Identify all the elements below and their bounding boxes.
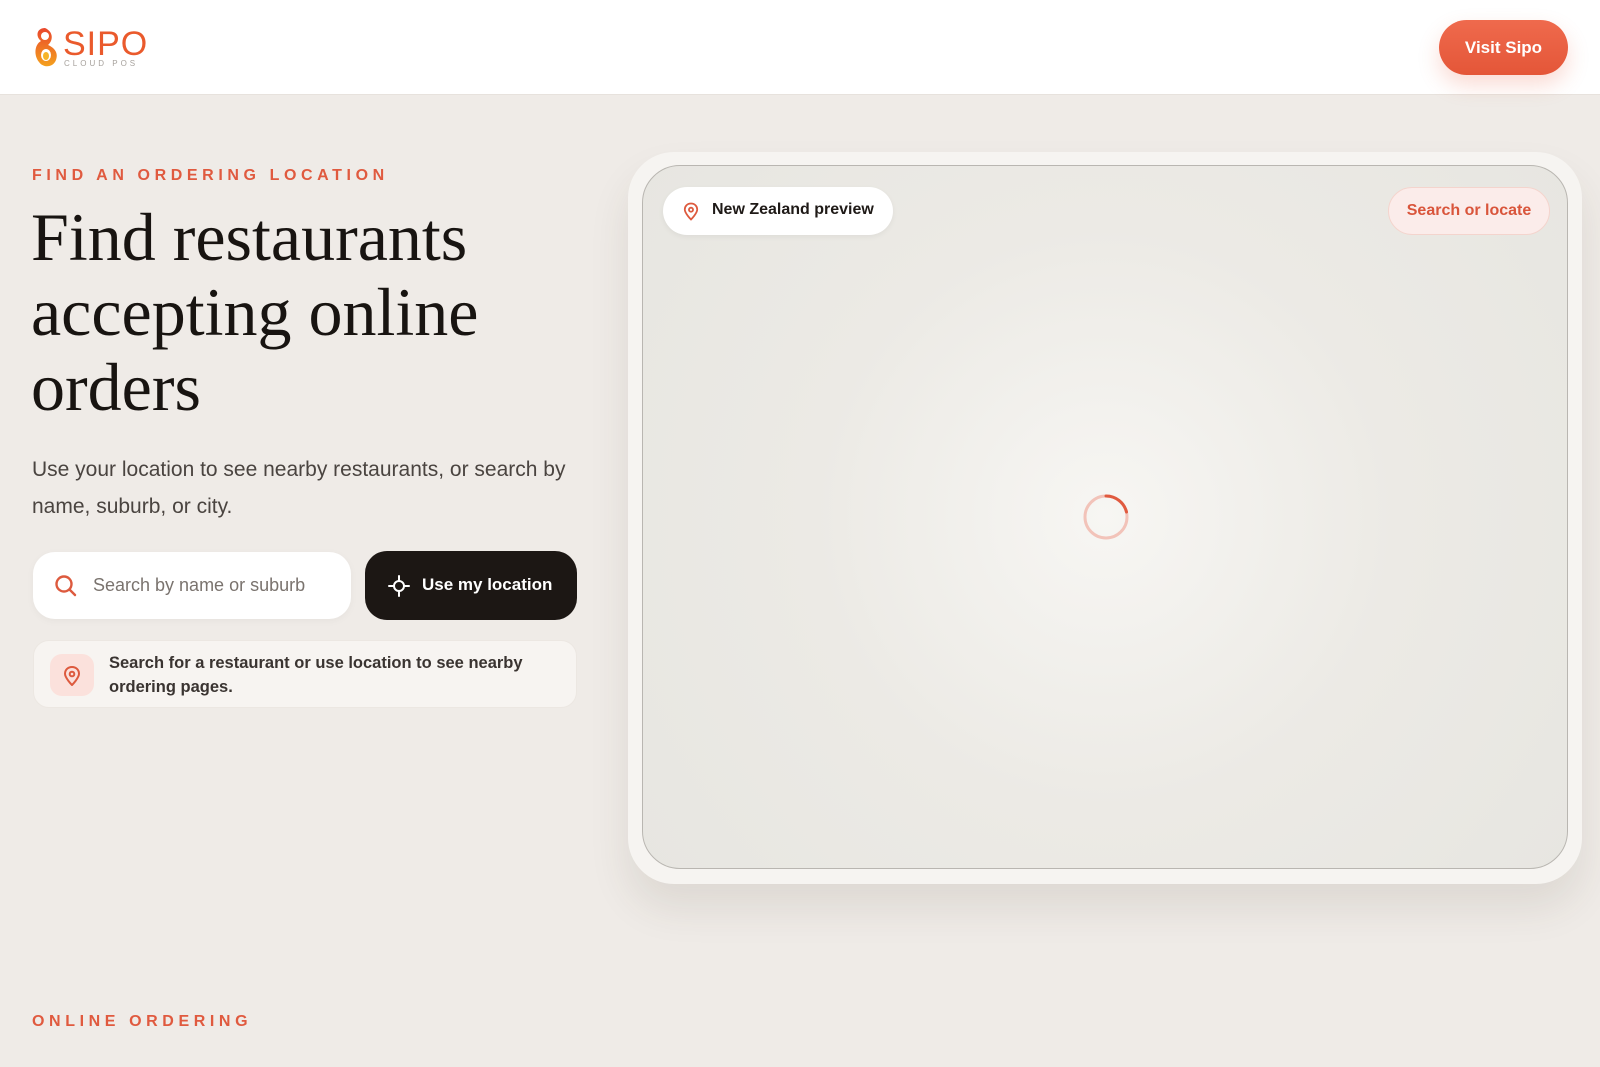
visit-sipo-button[interactable]: Visit Sipo: [1439, 20, 1568, 75]
map-preview[interactable]: New Zealand preview Search or locate: [642, 165, 1568, 869]
page-title: Find restaurants accepting online orders: [31, 199, 479, 425]
use-my-location-label: Use my location: [422, 575, 553, 594]
map-pin-icon: [683, 202, 699, 221]
region-label: New Zealand preview: [712, 201, 874, 218]
loading-spinner-icon: [1083, 494, 1129, 540]
search-hint-text: Search for a restaurant or use location …: [109, 654, 523, 696]
search-icon: [55, 575, 77, 597]
hero-eyebrow: FIND AN ORDERING LOCATION: [32, 167, 389, 184]
sipo-logo[interactable]: SIPO CLOUD POS: [31, 26, 151, 70]
crosshair-icon: [388, 575, 410, 597]
search-hint: Search for a restaurant or use location …: [33, 640, 577, 708]
map-pin-icon: [63, 666, 81, 686]
search-input[interactable]: [93, 566, 338, 604]
hero-description: Use your location to see nearby restaura…: [32, 458, 566, 518]
logo-mark-icon: [35, 28, 57, 67]
region-badge: New Zealand preview: [663, 187, 893, 235]
search-or-locate-button[interactable]: Search or locate: [1388, 187, 1550, 235]
logo-subtitle: CLOUD POS: [64, 59, 139, 68]
search-box[interactable]: [33, 552, 351, 619]
use-my-location-button[interactable]: Use my location: [365, 551, 577, 620]
site-header: SIPO CLOUD POS Visit Sipo: [0, 0, 1600, 95]
section-eyebrow-online-ordering: ONLINE ORDERING: [32, 1013, 253, 1030]
logo-wordmark: SIPO: [63, 25, 149, 63]
hint-icon-badge: [50, 654, 94, 696]
